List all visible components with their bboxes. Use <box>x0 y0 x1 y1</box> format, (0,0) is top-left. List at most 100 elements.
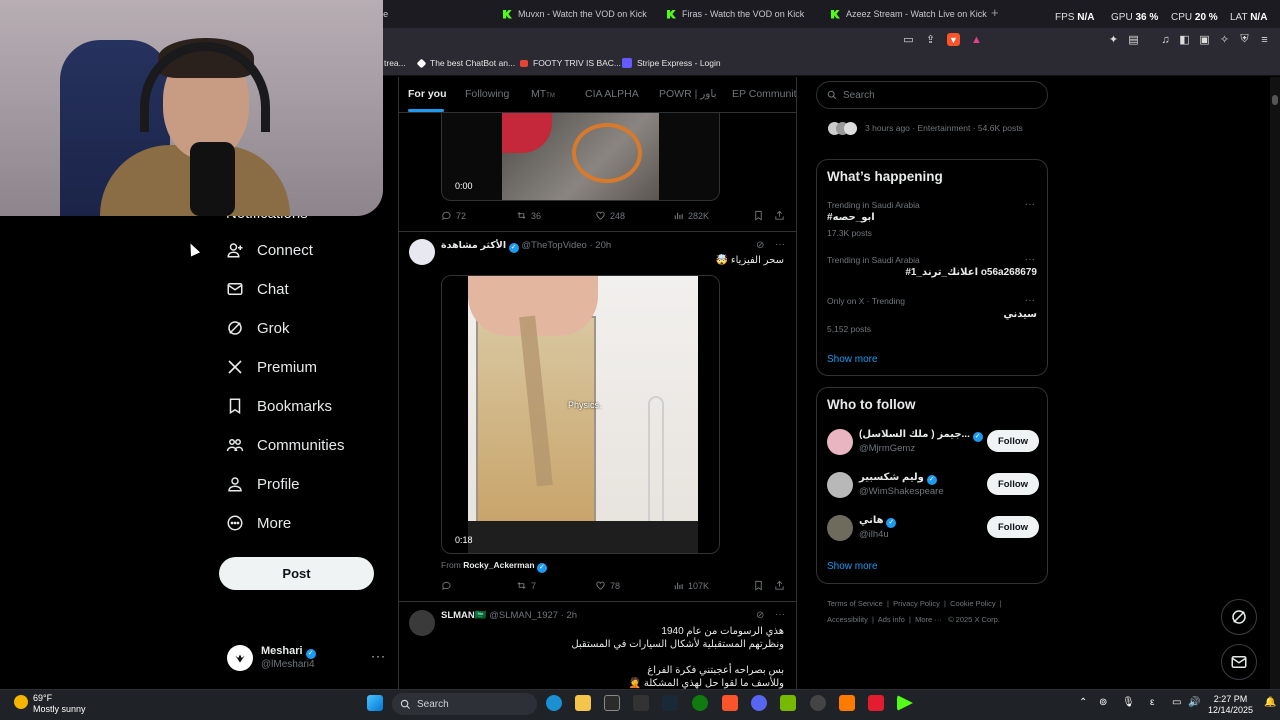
picture-in-picture-icon[interactable]: ▭ <box>902 33 915 46</box>
brave-shield-icon[interactable]: ▼ <box>947 33 960 46</box>
avatar[interactable] <box>409 610 435 636</box>
sidebar-icon[interactable]: ◧ <box>1178 33 1191 46</box>
share-post-icon[interactable] <box>774 210 785 221</box>
post-header: SLMAN🇸🇦 @SLMAN_1927 · 2h <box>441 610 578 621</box>
search-input[interactable]: Search <box>816 81 1048 109</box>
more-dots-icon[interactable]: ··· <box>1025 254 1035 265</box>
volume-icon[interactable]: 🔊 <box>1188 697 1200 708</box>
bookmark-item[interactable]: FOOTY TRIV IS BAC... <box>520 58 621 68</box>
post-button[interactable]: Post <box>219 557 374 590</box>
app-icon[interactable] <box>839 695 855 711</box>
avatar[interactable] <box>409 239 435 265</box>
network-icon[interactable]: ▭ <box>1172 697 1181 708</box>
notification-bell-icon[interactable]: 🔔 <box>1264 697 1276 708</box>
more-dots-icon[interactable]: ··· <box>1025 295 1035 306</box>
share-icon[interactable]: ⇪ <box>924 33 937 46</box>
avatar[interactable] <box>827 429 853 455</box>
tab-powr[interactable]: POWR | باور <box>659 88 717 100</box>
reply-button[interactable]: 72 <box>441 210 466 221</box>
repost-button[interactable]: 7 <box>516 580 536 591</box>
avatar[interactable] <box>827 515 853 541</box>
tab-for-you[interactable]: For you <box>408 88 447 100</box>
extensions-icon[interactable]: ✦ <box>1107 33 1120 46</box>
follow-button[interactable]: Follow <box>987 516 1039 538</box>
vpn-icon[interactable]: ⛨ <box>1238 33 1251 46</box>
new-tab-button[interactable]: + <box>991 5 999 20</box>
grok-floating-button[interactable] <box>1221 599 1257 635</box>
nav-item-grok[interactable]: Grok <box>226 319 290 337</box>
more-dots-icon[interactable]: ··· <box>371 649 386 663</box>
microphone-icon[interactable]: 🎙 <box>1122 697 1135 708</box>
browser-tab[interactable]: Muvxn - Watch the VOD on Kick <box>503 4 647 24</box>
tab-cia-alpha[interactable]: CIA ALPHA <box>585 88 639 100</box>
avatar[interactable] <box>827 472 853 498</box>
brave-icon[interactable] <box>722 695 738 711</box>
edge-icon[interactable] <box>546 695 562 711</box>
more-dots-icon[interactable]: ··· <box>1025 199 1035 210</box>
trend-name[interactable]: #اعلانك_ترند_1 o56a268679 <box>905 267 1037 278</box>
show-more-link[interactable]: Show more <box>827 354 878 365</box>
follow-button[interactable]: Follow <box>987 473 1039 495</box>
trend-name[interactable]: #ابو_حصه <box>827 212 875 223</box>
like-button[interactable]: 248 <box>595 210 625 221</box>
post-video[interactable]: Physics. 0:18 <box>441 275 720 554</box>
nav-item-profile[interactable]: Profile <box>226 475 300 493</box>
reply-button[interactable] <box>441 580 456 591</box>
account-switcher[interactable]: Meshari ✓ @lMeshari4 ··· <box>227 645 387 675</box>
store-icon[interactable] <box>604 695 620 711</box>
browser-tab[interactable]: Azeez Stream - Watch Live on Kick <box>831 4 987 24</box>
windows-start-icon[interactable] <box>367 695 383 711</box>
music-icon[interactable]: ♫ <box>1159 33 1172 46</box>
follow-button[interactable]: Follow <box>987 430 1039 452</box>
nvidia-icon[interactable] <box>780 695 796 711</box>
bookmark-item[interactable]: Stripe Express - Login <box>622 58 721 68</box>
language-indicator[interactable]: ε <box>1150 697 1154 708</box>
obs-icon[interactable] <box>810 695 826 711</box>
app-icon[interactable] <box>868 695 884 711</box>
leo-icon[interactable]: ✧ <box>1218 33 1231 46</box>
nav-item-premium[interactable]: Premium <box>226 358 317 376</box>
xbox-icon[interactable] <box>692 695 708 711</box>
tab-following[interactable]: Following <box>465 88 509 100</box>
grok-icon[interactable]: ⊘ <box>756 610 764 621</box>
bookmark-item[interactable]: trea... <box>384 58 406 68</box>
more-dots-icon[interactable]: ··· <box>775 239 785 250</box>
grok-icon[interactable]: ⊘ <box>756 240 764 251</box>
steam-icon[interactable] <box>662 695 678 711</box>
share-post-icon[interactable] <box>774 580 785 591</box>
nav-item-connect[interactable]: Connect <box>226 241 313 259</box>
nav-item-bookmarks[interactable]: Bookmarks <box>226 397 332 415</box>
file-explorer-icon[interactable] <box>575 695 591 711</box>
views-button[interactable]: 282K <box>673 210 709 221</box>
tray-icon[interactable]: ⊚ <box>1099 697 1107 708</box>
messages-floating-button[interactable] <box>1221 644 1257 680</box>
repost-button[interactable]: 36 <box>516 210 541 221</box>
reader-icon[interactable]: ▤ <box>1127 33 1140 46</box>
scrollbar[interactable] <box>1270 77 1280 689</box>
tab-mt[interactable]: MTTM <box>531 88 555 100</box>
post-source[interactable]: From Rocky_Ackerman ✓ <box>441 560 547 573</box>
tab-ep-community[interactable]: EP Communit <box>732 88 796 100</box>
system-clock[interactable]: 2:27 PM 12/14/2025 <box>1208 694 1253 716</box>
like-button[interactable]: 78 <box>595 580 620 591</box>
bookmark-post-icon[interactable] <box>753 210 764 221</box>
views-button[interactable]: 107K <box>673 580 709 591</box>
more-dots-icon[interactable]: ··· <box>775 609 785 620</box>
discord-icon[interactable] <box>751 695 767 711</box>
wallet-icon[interactable]: ▣ <box>1198 33 1211 46</box>
post-video[interactable]: 0:00 <box>441 113 720 201</box>
bookmark-post-icon[interactable] <box>753 580 764 591</box>
nav-item-chat[interactable]: Chat <box>226 280 289 298</box>
nav-item-communities[interactable]: Communities <box>226 436 345 454</box>
nav-item-more[interactable]: More <box>226 514 291 532</box>
menu-icon[interactable]: ≡ <box>1258 33 1271 46</box>
chevron-up-icon[interactable]: ⌃ <box>1079 697 1087 708</box>
terminal-icon[interactable] <box>633 695 649 711</box>
show-more-link[interactable]: Show more <box>827 561 878 572</box>
scrollbar-thumb[interactable] <box>1272 95 1278 105</box>
taskbar-search[interactable]: Search <box>392 693 537 715</box>
trend-name[interactable]: سيدني <box>1003 309 1037 320</box>
browser-tab[interactable]: Firas - Watch the VOD on Kick <box>667 4 804 24</box>
bookmark-item[interactable]: The best ChatBot an... <box>416 58 515 68</box>
brave-rewards-icon[interactable]: ▲ <box>970 33 983 46</box>
